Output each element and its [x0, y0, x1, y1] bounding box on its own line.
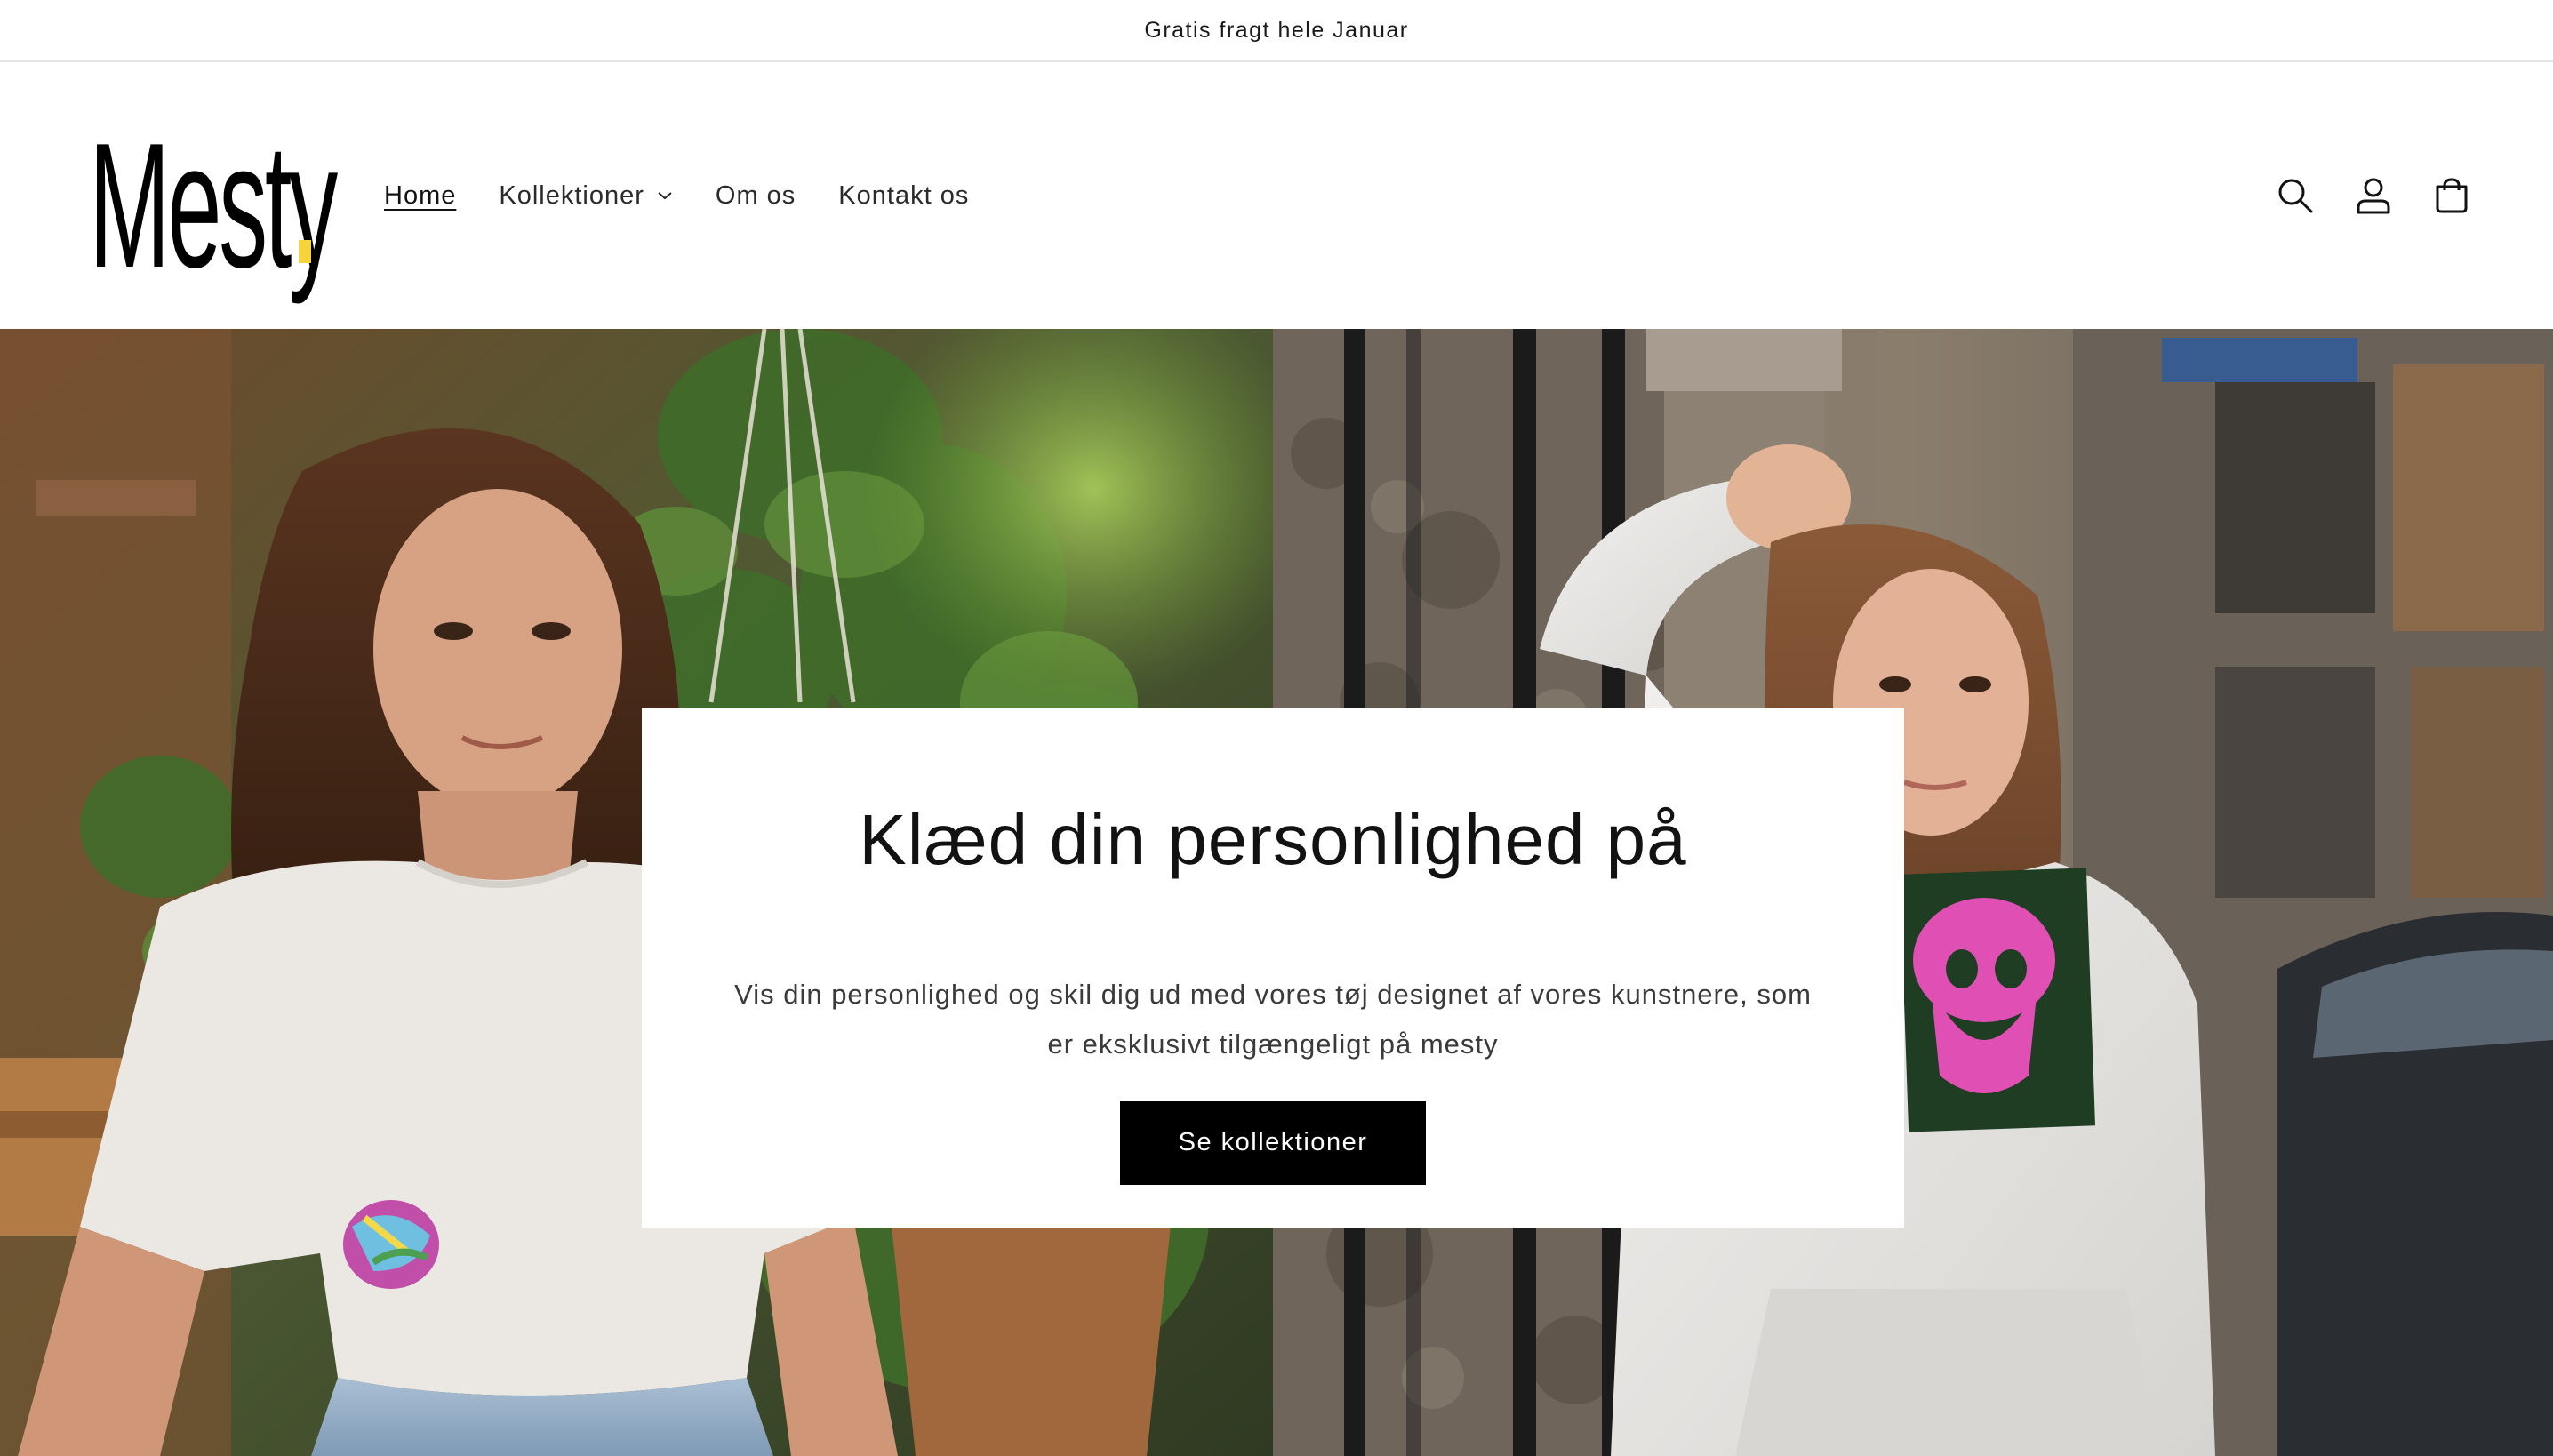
account-icon — [2357, 178, 2390, 214]
nav-item-collections[interactable]: Kollektioner — [477, 174, 694, 218]
hero-description: Vis din personlighed og skil dig ud med … — [734, 978, 1812, 1060]
nav-item-home[interactable]: Home — [363, 174, 477, 218]
see-collections-button[interactable]: Se kollektioner — [1120, 1100, 1426, 1185]
announcement-text: Gratis fragt hele Januar — [1144, 17, 1409, 43]
nav-item-contact-label: Kontakt os — [838, 180, 970, 210]
search-icon — [2278, 179, 2313, 213]
announcement-bar: Gratis fragt hele Januar — [0, 0, 2553, 62]
cart-icon — [2436, 178, 2468, 213]
nav-item-about[interactable]: Om os — [694, 174, 817, 218]
site-header: Mesty Home Kollektioner Om os Kontakt os — [0, 62, 2553, 329]
chevron-down-icon — [658, 192, 672, 200]
nav-item-about-label: Om os — [715, 180, 796, 210]
nav-item-collections-label: Kollektioner — [499, 180, 644, 210]
nav-item-contact[interactable]: Kontakt os — [817, 174, 990, 218]
logo-accent-dot — [299, 240, 311, 263]
cart-button[interactable] — [2432, 176, 2471, 215]
header-icons — [2276, 62, 2471, 329]
main-nav: Home Kollektioner Om os Kontakt os — [363, 62, 990, 329]
hero-title: Klæd din personlighed på — [859, 800, 1687, 879]
hero-banner: Klæd din personlighed på Vis din personl… — [0, 329, 2553, 1456]
hero-content-box: Klæd din personlighed på Vis din personl… — [642, 708, 1904, 1228]
account-button[interactable] — [2354, 176, 2393, 215]
nav-item-home-label: Home — [384, 180, 457, 210]
search-button[interactable] — [2276, 176, 2315, 215]
